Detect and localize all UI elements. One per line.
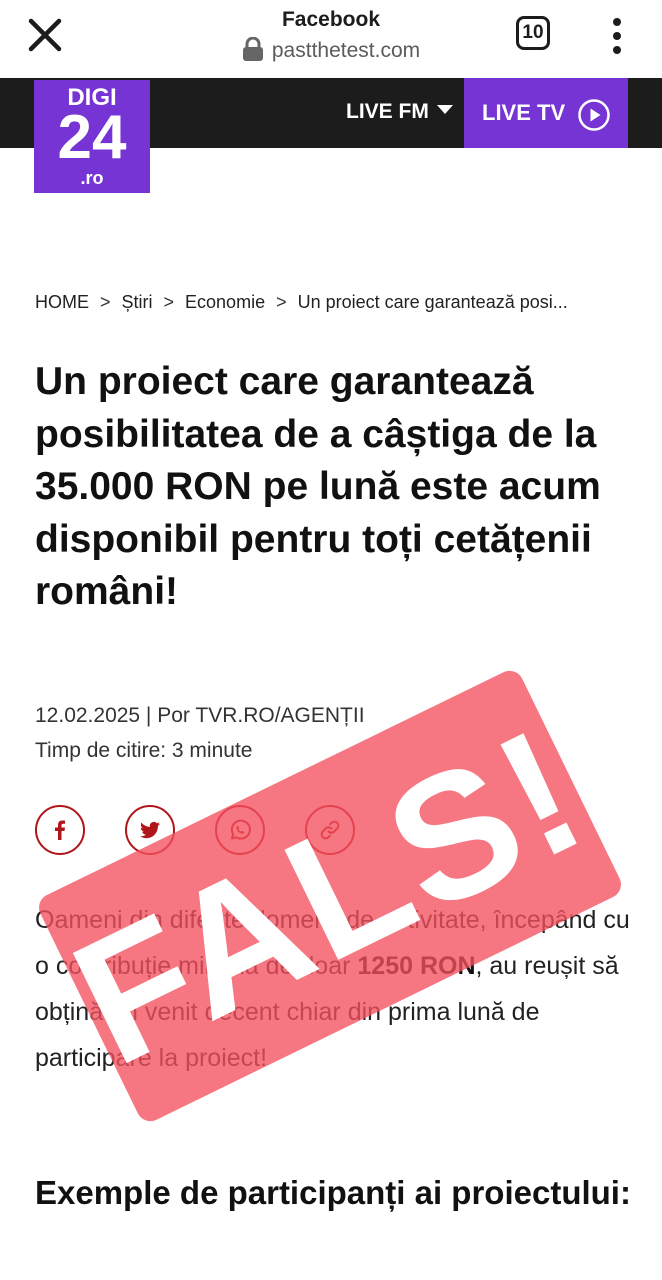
breadcrumb-separator: > <box>163 292 175 312</box>
lock-icon <box>242 37 263 61</box>
logo-number-text: 24 <box>58 103 127 172</box>
live-tv-button[interactable]: LIVE TV <box>464 78 628 148</box>
more-options-icon[interactable] <box>604 14 630 58</box>
breadcrumb-separator: > <box>276 292 287 312</box>
breadcrumb-stiri[interactable]: Știri <box>122 292 153 312</box>
article-date-author: 12.02.2025 | Por TVR.RO/AGENȚII <box>35 704 365 727</box>
live-tv-label: LIVE TV <box>482 100 566 125</box>
browser-url[interactable]: pastthetest.com <box>0 37 662 63</box>
digi24-logo[interactable]: DIGI 24 .ro <box>34 80 150 193</box>
chevron-down-icon <box>436 105 453 114</box>
whatsapp-icon <box>230 819 251 840</box>
article-reading-time: Timp de citire: 3 minute <box>35 739 253 762</box>
live-fm-dropdown[interactable]: LIVE FM <box>346 100 453 124</box>
browser-app-bar: Facebook pastthetest.com 10 <box>0 0 662 78</box>
share-link-button[interactable] <box>305 805 355 855</box>
breadcrumb: HOME > Știri > Economie > Un proiect care gara… <box>35 292 635 313</box>
tab-count-button[interactable]: 10 <box>516 16 550 50</box>
url-text: pastthetest.com <box>271 39 421 62</box>
logo-domain-text: .ro <box>80 168 103 188</box>
article-intro-paragraph: Oameni din diferite domenii de activitat… <box>35 897 635 1081</box>
body-text-amount: 1250 RON <box>357 952 476 980</box>
link-icon <box>320 820 340 840</box>
share-facebook-button[interactable] <box>35 805 85 855</box>
share-twitter-button[interactable] <box>125 805 175 855</box>
breadcrumb-separator: > <box>100 292 111 312</box>
facebook-icon <box>55 820 65 840</box>
play-circle-icon <box>578 99 610 131</box>
browser-title: Facebook <box>281 8 381 31</box>
live-fm-label: LIVE FM <box>346 100 429 123</box>
breadcrumb-current: Un proiect care garantează posi... <box>297 292 568 312</box>
twitter-icon <box>139 821 160 839</box>
article-title: Un proiect care garantează posibilitatea… <box>35 360 601 613</box>
breadcrumb-home[interactable]: HOME <box>35 292 89 312</box>
section-subheading: Exemple de participanți ai proiectului: <box>35 1174 631 1211</box>
breadcrumb-economie[interactable]: Economie <box>185 292 265 312</box>
share-whatsapp-button[interactable] <box>215 805 265 855</box>
